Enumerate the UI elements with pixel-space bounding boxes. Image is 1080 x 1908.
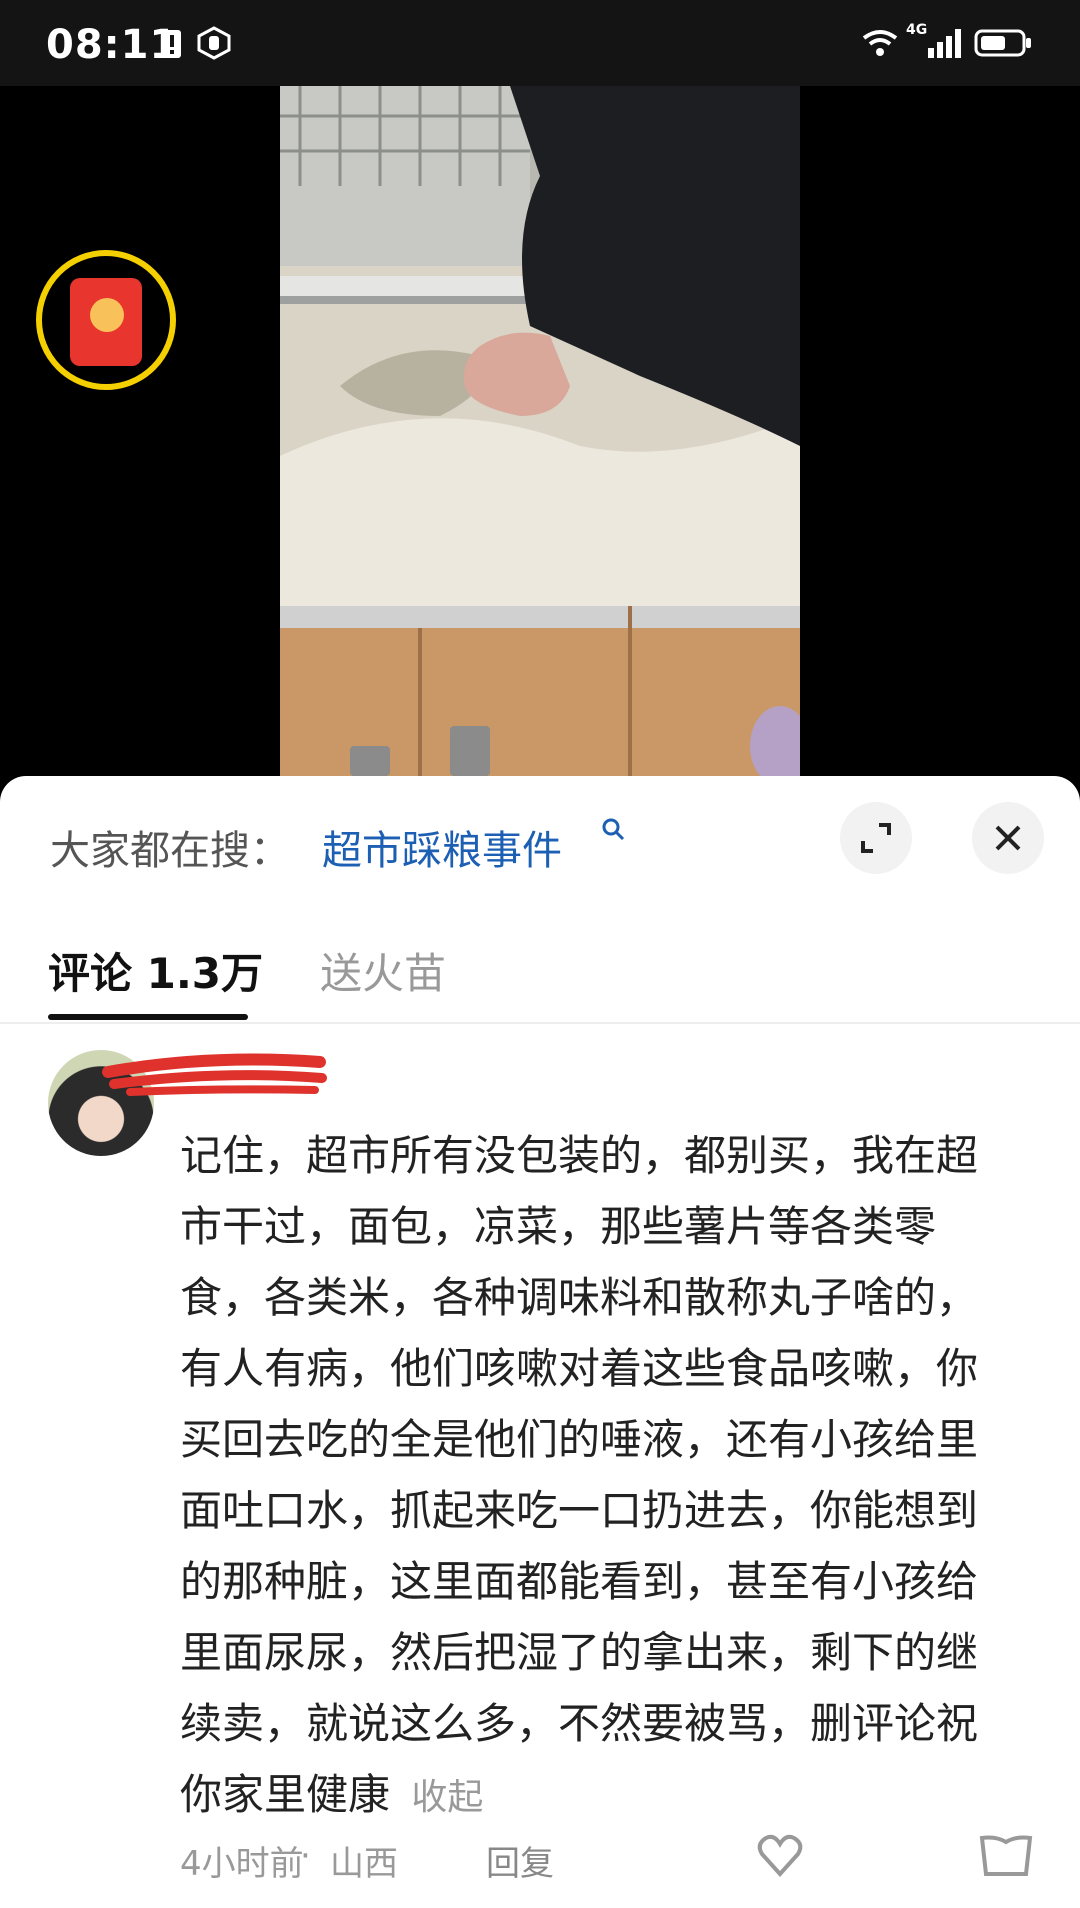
- comment-text-block: 记住，超市所有没包装的，都别买，我在超市干过，面包，凉菜，那些薯片等各类零食，各…: [180, 1120, 1000, 1833]
- heart-icon: [757, 1834, 803, 1877]
- comment-text: 记住，超市所有没包装的，都别买，我在超市干过，面包，凉菜，那些薯片等各类零食，各…: [180, 1131, 979, 1819]
- search-suggestion-prefix: 大家都在搜：: [50, 828, 290, 874]
- expand-icon: [861, 823, 891, 853]
- close-button[interactable]: [972, 802, 1044, 874]
- meta-separator: ·: [300, 1836, 311, 1876]
- comment-location: 山西: [330, 1844, 398, 1884]
- app-hand-icon: [196, 26, 232, 60]
- battery-icon: [974, 26, 1034, 60]
- network-type-label: 4G: [906, 22, 928, 38]
- wifi-icon: [860, 26, 900, 60]
- tab-comments[interactable]: 评论 1.3万: [48, 940, 263, 1001]
- red-packet-coin-icon: [90, 298, 124, 332]
- dislike-icon: [979, 1835, 1033, 1876]
- search-suggestion-link[interactable]: 超市踩粮事件: [322, 818, 562, 876]
- tab-active-underline: [48, 1014, 248, 1020]
- expand-button[interactable]: [840, 802, 912, 874]
- close-icon: [995, 825, 1021, 851]
- dislike-button[interactable]: [976, 1832, 1036, 1890]
- collapse-link[interactable]: 收起: [411, 1777, 483, 1818]
- tab-send-flame[interactable]: 送火苗: [320, 940, 446, 1001]
- signal-icon: [926, 26, 964, 60]
- redacted-username-scribble: [102, 1053, 327, 1096]
- comment-time: 4小时前: [180, 1844, 304, 1884]
- status-time: 08:11: [46, 22, 179, 68]
- search-icon[interactable]: [600, 816, 626, 853]
- like-button[interactable]: [756, 1832, 946, 1890]
- reply-button[interactable]: 回复: [486, 1836, 554, 1885]
- video-scene: [280, 86, 800, 776]
- tabs-divider: [0, 1022, 1080, 1024]
- video-frame[interactable]: [280, 86, 800, 776]
- battery-alert-icon: [160, 26, 184, 60]
